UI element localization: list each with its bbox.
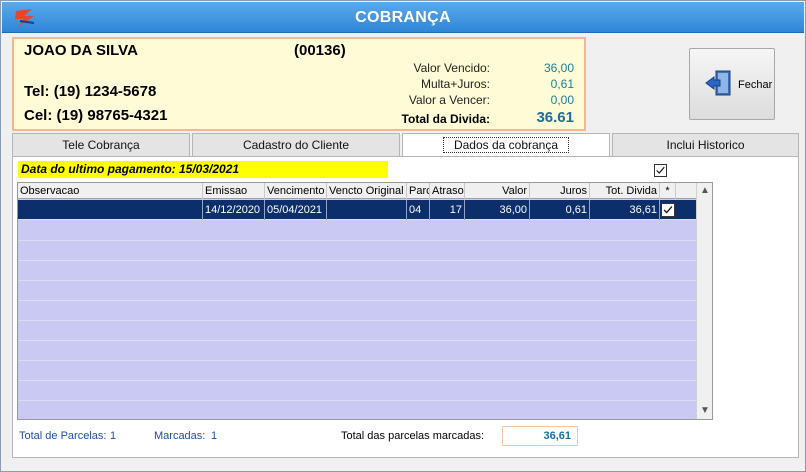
close-button-label: Fechar [738, 79, 773, 91]
total-divida-value: 36.61 [536, 109, 574, 126]
marcadas-label: Marcadas: [154, 430, 206, 442]
client-cellphone: Cel: (19) 98765-4321 [24, 107, 168, 124]
cell-observacao [18, 200, 203, 220]
cell-tot-divida: 36,61 [590, 200, 660, 220]
grid-header: Observacao Emissao Vencimento Vencto Ori… [18, 183, 712, 199]
col-marcado[interactable]: * [660, 183, 676, 199]
valor-vencido-value: 36,00 [543, 61, 574, 75]
last-payment-date: Data do ultimo pagamento: 15/03/2021 [18, 161, 388, 178]
tab-tele-cobranca[interactable]: Tele Cobrança [12, 133, 190, 157]
col-valor[interactable]: Valor [465, 183, 530, 199]
empty-row [18, 381, 712, 401]
multa-juros-label: Multa+Juros: [420, 77, 490, 91]
cell-parc: 04 [407, 200, 430, 220]
tab-inclui-historico[interactable]: Inclui Historico [612, 133, 799, 157]
cobranca-window: COBRANÇA JOAO DA SILVA (00136) Tel: (19)… [0, 0, 806, 472]
cell-vencto-original [327, 200, 407, 220]
tab-cadastro-cliente[interactable]: Cadastro do Cliente [192, 133, 400, 157]
select-all-checkbox[interactable] [654, 164, 667, 177]
cell-vencimento: 05/04/2021 [265, 200, 327, 220]
marcadas-value: 1 [211, 430, 218, 442]
valor-a-vencer-label: Valor a Vencer: [408, 93, 490, 107]
scroll-down-icon[interactable]: ▼ [697, 403, 712, 419]
col-vencimento[interactable]: Vencimento [265, 183, 327, 199]
total-marcadas-label: Total das parcelas marcadas: [341, 430, 485, 442]
empty-row [18, 221, 712, 241]
tab-dados-cobranca[interactable]: Dados da cobrança [402, 133, 610, 158]
cell-valor: 36,00 [465, 200, 530, 220]
client-name: JOAO DA SILVA [24, 42, 138, 59]
client-phone: Tel: (19) 1234-5678 [24, 83, 157, 100]
parcelas-grid[interactable]: Observacao Emissao Vencimento Vencto Ori… [17, 182, 713, 420]
client-info-panel: JOAO DA SILVA (00136) Tel: (19) 1234-567… [12, 37, 586, 131]
close-button[interactable]: Fechar [689, 48, 775, 120]
col-juros[interactable]: Juros [530, 183, 590, 199]
col-parc[interactable]: Parc [407, 183, 430, 199]
vertical-scrollbar[interactable]: ▲ ▼ [696, 183, 712, 419]
total-parcelas-value: 1 [110, 430, 117, 442]
table-row[interactable]: 14/12/2020 05/04/2021 04 17 36,00 0,61 3… [18, 200, 712, 220]
empty-row [18, 261, 712, 281]
title-bar: COBRANÇA [2, 2, 804, 33]
empty-row [18, 281, 712, 301]
valor-a-vencer-value: 0,00 [550, 93, 574, 107]
exit-door-icon [705, 70, 731, 96]
tab-label: Cadastro do Cliente [242, 138, 350, 152]
multa-juros-value: 0,61 [550, 77, 574, 91]
col-observacao[interactable]: Observacao [18, 183, 203, 199]
total-divida-label: Total da Divida: [401, 112, 490, 126]
tab-label: Inclui Historico [666, 138, 745, 152]
col-tot-divida[interactable]: Tot. Divida [590, 183, 660, 199]
empty-row [18, 321, 712, 341]
tab-bar: Tele Cobrança Cadastro do Cliente Dados … [12, 133, 799, 158]
tab-label: Tele Cobrança [62, 138, 140, 152]
col-emissao[interactable]: Emissao [203, 183, 265, 199]
empty-row [18, 301, 712, 321]
cell-juros: 0,61 [530, 200, 590, 220]
total-parcelas-label: Total de Parcelas: [19, 430, 107, 442]
client-code: (00136) [294, 42, 346, 59]
row-checkbox[interactable] [661, 203, 675, 217]
total-marcadas-value: 36,61 [502, 426, 578, 446]
dados-cobranca-panel: Data do ultimo pagamento: 15/03/2021 Obs… [12, 156, 799, 458]
col-vencto-original[interactable]: Vencto Original [327, 183, 407, 199]
cell-emissao: 14/12/2020 [203, 200, 265, 220]
col-atraso[interactable]: Atraso [430, 183, 465, 199]
tab-label: Dados da cobrança [442, 137, 570, 153]
empty-row [18, 341, 712, 361]
window-title: COBRANÇA [355, 9, 451, 26]
empty-row [18, 241, 712, 261]
valor-vencido-label: Valor Vencido: [413, 61, 491, 75]
cell-atraso: 17 [430, 200, 465, 220]
scroll-up-icon[interactable]: ▲ [697, 183, 712, 199]
empty-row [18, 361, 712, 381]
